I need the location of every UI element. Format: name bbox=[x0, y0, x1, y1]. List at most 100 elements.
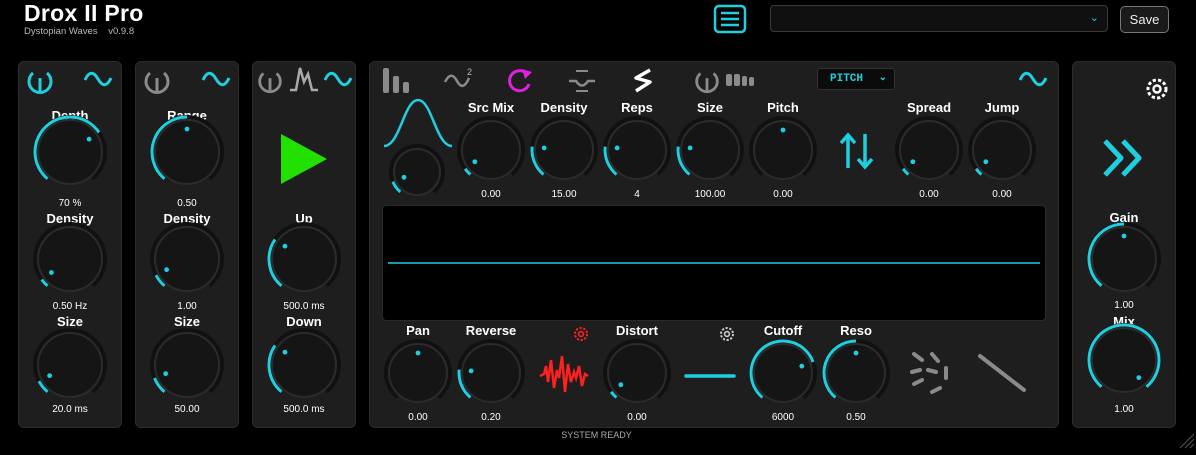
power-icon[interactable] bbox=[141, 64, 173, 101]
distort-settings-icon[interactable] bbox=[573, 326, 589, 347]
knob-indicator bbox=[184, 126, 190, 132]
up-knob[interactable] bbox=[265, 220, 343, 298]
density-value: 1.00 bbox=[177, 301, 197, 312]
mix-knob[interactable] bbox=[1085, 321, 1163, 399]
density-value: 0.50 Hz bbox=[52, 301, 88, 312]
save-button[interactable]: Save bbox=[1120, 6, 1169, 33]
pitch-label: Pitch bbox=[767, 100, 799, 115]
knob-indicator bbox=[282, 243, 288, 249]
depth-knob[interactable] bbox=[31, 113, 109, 191]
sine-wave-icon[interactable] bbox=[82, 66, 114, 97]
version-label: v0.9.8 bbox=[108, 26, 135, 37]
knob-indicator bbox=[983, 159, 989, 165]
squared-wave-icon[interactable]: 2 bbox=[443, 66, 475, 99]
filter-shape-icon[interactable] bbox=[684, 368, 736, 386]
sine-wave-icon[interactable] bbox=[200, 66, 232, 97]
loop-icon[interactable] bbox=[505, 66, 535, 99]
knob-body bbox=[972, 120, 1032, 180]
range-knob[interactable] bbox=[148, 113, 226, 191]
knob-indicator bbox=[687, 145, 693, 151]
cutoff-knob[interactable] bbox=[747, 337, 819, 409]
preset-browser-icon[interactable] bbox=[712, 4, 748, 34]
knob-indicator bbox=[853, 350, 859, 356]
knob-indicator bbox=[415, 350, 421, 356]
knob-indicator bbox=[910, 159, 916, 165]
spread-knob[interactable] bbox=[893, 114, 965, 186]
envelope-knob[interactable] bbox=[387, 142, 447, 202]
knob-indicator bbox=[468, 368, 474, 374]
knob-indicator bbox=[86, 136, 92, 142]
reso-label: Reso bbox=[840, 323, 872, 338]
range-value: 0.50 bbox=[177, 198, 197, 209]
gain-knob[interactable] bbox=[1085, 220, 1163, 298]
status-text: SYSTEM READY bbox=[561, 430, 632, 440]
reso-knob[interactable] bbox=[820, 337, 892, 409]
reps-knob[interactable] bbox=[601, 114, 673, 186]
reverse-value: 0.20 bbox=[481, 412, 501, 423]
bars-icon[interactable] bbox=[382, 66, 412, 99]
knob-body bbox=[753, 343, 813, 403]
reverse-knob[interactable] bbox=[455, 337, 527, 409]
jump-value: 0.00 bbox=[992, 189, 1012, 200]
knob-indicator bbox=[282, 349, 288, 355]
chevron-down-icon: ⌄ bbox=[878, 73, 887, 84]
stutter-icon[interactable] bbox=[628, 66, 658, 99]
preset-dropdown[interactable]: ⌄ bbox=[770, 5, 1108, 32]
filter-settings-icon[interactable] bbox=[719, 326, 735, 347]
pitch-value: 0.00 bbox=[773, 189, 793, 200]
size-value: 50.00 bbox=[174, 404, 200, 415]
svg-text:2: 2 bbox=[467, 67, 472, 77]
knob-indicator bbox=[472, 159, 478, 165]
swap-arrows-icon[interactable] bbox=[838, 130, 876, 177]
distort-knob[interactable] bbox=[601, 337, 673, 409]
mix-value: 1.00 bbox=[1114, 404, 1134, 415]
threshold-icon[interactable] bbox=[566, 66, 598, 99]
density-knob[interactable] bbox=[148, 220, 226, 298]
size-knob[interactable] bbox=[148, 326, 226, 404]
knob-indicator bbox=[401, 174, 407, 180]
size-knob[interactable] bbox=[674, 114, 746, 186]
knob-body bbox=[154, 332, 220, 398]
knob-body bbox=[271, 226, 337, 292]
randomize-icon[interactable] bbox=[906, 348, 952, 403]
knob-body bbox=[37, 226, 103, 292]
down-knob[interactable] bbox=[265, 326, 343, 404]
slope-icon[interactable] bbox=[976, 352, 1028, 399]
waveform-scope bbox=[382, 205, 1046, 321]
density-knob[interactable] bbox=[31, 220, 109, 298]
resize-handle-icon[interactable] bbox=[1176, 430, 1196, 455]
play-icon[interactable] bbox=[279, 132, 329, 191]
fast-forward-icon[interactable] bbox=[1101, 137, 1147, 184]
reso-value: 0.50 bbox=[846, 412, 866, 423]
pitch-knob[interactable] bbox=[747, 114, 819, 186]
jump-knob[interactable] bbox=[966, 114, 1038, 186]
knob-body bbox=[154, 226, 220, 292]
meter-icon[interactable] bbox=[725, 72, 757, 93]
sine-wave-icon[interactable] bbox=[1017, 66, 1049, 97]
reverse-label: Reverse bbox=[465, 323, 517, 338]
knob-indicator bbox=[164, 267, 170, 273]
power-icon[interactable] bbox=[24, 64, 56, 101]
knob-indicator bbox=[163, 371, 169, 377]
depth-value: 70 % bbox=[58, 198, 82, 209]
knob-indicator bbox=[799, 363, 805, 369]
gain-value: 1.00 bbox=[1114, 300, 1134, 311]
src-mix-knob[interactable] bbox=[455, 114, 527, 186]
pan-knob[interactable] bbox=[382, 337, 454, 409]
distortion-wave-icon[interactable] bbox=[538, 352, 590, 401]
settings-gear-icon[interactable] bbox=[1145, 77, 1169, 106]
knob-body bbox=[393, 148, 441, 196]
density-knob[interactable] bbox=[528, 114, 600, 186]
distort-label: Distort bbox=[616, 323, 658, 338]
power-icon[interactable] bbox=[692, 64, 722, 101]
knob-body bbox=[37, 119, 103, 185]
chevron-down-icon: ⌄ bbox=[1089, 12, 1099, 24]
power-icon[interactable] bbox=[255, 64, 285, 101]
sine-wave-icon[interactable] bbox=[322, 66, 354, 97]
pitch-mode-dropdown[interactable]: PITCH ⌄ bbox=[817, 68, 895, 90]
transient-icon[interactable] bbox=[288, 64, 320, 99]
size-knob[interactable] bbox=[31, 326, 109, 404]
knob-indicator bbox=[48, 270, 54, 275]
knob-body bbox=[271, 332, 337, 398]
knob-body bbox=[607, 343, 667, 403]
